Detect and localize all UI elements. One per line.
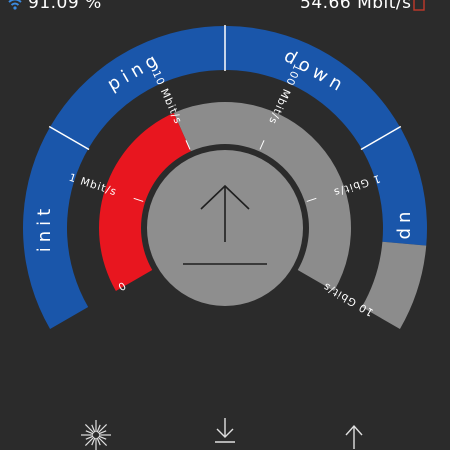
wifi-icon: [8, 0, 22, 15]
download-icon: [215, 418, 235, 443]
upload-button[interactable]: [330, 415, 378, 450]
ping-burst-icon: [81, 420, 111, 450]
speedtest-screen: init ping down up 01 Mbit/s 10 Mbit/s 100 Mbi…: [0, 0, 450, 450]
speed-gauge: initping downup 01 Mbit/s10 Mbit/s 100 Mbi…: [22, 25, 427, 329]
ping-button[interactable]: [72, 415, 120, 450]
download-button[interactable]: [201, 415, 249, 450]
upload-icon: [345, 424, 363, 449]
phase-label-up: up: [395, 212, 416, 245]
current-speed: 54.66 Mbit/s: [300, 0, 412, 13]
battery-icon: [412, 0, 426, 15]
center-disc: [147, 150, 303, 306]
phase-label-init: init: [34, 204, 55, 252]
signal-percent: 91.09 %: [28, 0, 102, 13]
